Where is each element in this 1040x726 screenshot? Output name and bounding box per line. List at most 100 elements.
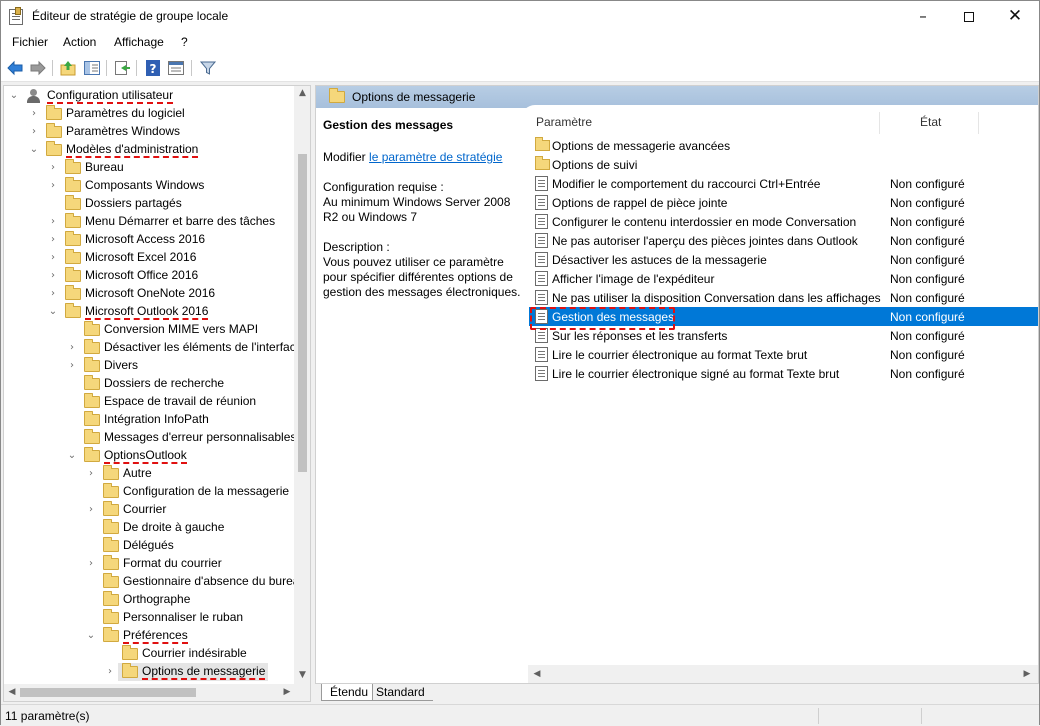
chevron-right-icon[interactable]: › (47, 270, 59, 282)
menu-help[interactable]: ? (181, 35, 188, 49)
column-header-setting[interactable]: Paramètre (536, 115, 592, 129)
show-hide-tree-icon[interactable] (83, 59, 101, 77)
chevron-right-icon[interactable]: › (28, 126, 40, 138)
tree-item[interactable]: › Paramètres Windows (4, 123, 294, 141)
tree-item-selected[interactable]: Options de messagerie (118, 663, 268, 681)
tree-item[interactable]: › Autre (4, 465, 294, 483)
properties-icon[interactable] (167, 59, 185, 77)
scroll-right-arrow-icon[interactable]: ▶ (282, 687, 292, 697)
tree-item[interactable]: › Courrier (4, 501, 294, 519)
folder-icon (103, 591, 119, 606)
list-item[interactable]: Configurer le contenu interdossier en mo… (529, 212, 1038, 231)
back-arrow-icon[interactable] (6, 59, 24, 77)
edit-policy-link[interactable]: le paramètre de stratégie (369, 150, 502, 164)
tree-item[interactable]: Dossiers de recherche (4, 375, 294, 393)
column-header-state[interactable]: État (920, 115, 941, 129)
menu-fichier[interactable]: Fichier (12, 35, 48, 49)
column-divider[interactable] (978, 112, 979, 134)
list-item[interactable]: Ne pas utiliser la disposition Conversat… (529, 288, 1038, 307)
chevron-right-icon[interactable]: › (47, 288, 59, 300)
tree-item[interactable]: Conversion MIME vers MAPI (4, 321, 294, 339)
chevron-down-icon[interactable]: ⌄ (85, 630, 97, 642)
scroll-left-arrow-icon[interactable]: ◀ (7, 687, 17, 697)
list-item[interactable]: Ne pas autoriser l'aperçu des pièces joi… (529, 231, 1038, 250)
tree-item[interactable]: › Microsoft OneNote 2016 (4, 285, 294, 303)
help-icon[interactable]: ? (144, 59, 162, 77)
column-divider[interactable] (879, 112, 880, 134)
chevron-right-icon[interactable]: › (47, 180, 59, 192)
list-item[interactable]: Lire le courrier électronique au format … (529, 345, 1038, 364)
chevron-right-icon[interactable]: › (66, 342, 78, 354)
menu-affichage[interactable]: Affichage (114, 35, 164, 49)
tree-item[interactable]: Intégration InfoPath (4, 411, 294, 429)
tree-item[interactable]: Orthographe (4, 591, 294, 609)
scroll-thumb[interactable] (298, 154, 307, 472)
chevron-right-icon[interactable]: › (85, 468, 97, 480)
list-item[interactable]: Options de messagerie avancées (529, 136, 1038, 155)
tree-item[interactable]: › Divers (4, 357, 294, 375)
chevron-down-icon[interactable]: ⌄ (47, 306, 59, 318)
tree-horizontal-scrollbar[interactable]: ◀ ▶ (4, 684, 310, 701)
chevron-right-icon[interactable]: › (47, 216, 59, 228)
close-button[interactable]: ✕ (992, 1, 1038, 32)
scroll-right-arrow-icon[interactable]: ▶ (1022, 669, 1032, 679)
list-horizontal-scrollbar[interactable]: ◀ ▶ (528, 665, 1038, 683)
tree-root[interactable]: ⌄ Configuration utilisateur (4, 87, 294, 105)
chevron-right-icon[interactable]: › (85, 504, 97, 516)
list-item[interactable]: Options de rappel de pièce jointe Non co… (529, 193, 1038, 212)
tree-item[interactable]: › Format du courrier (4, 555, 294, 573)
tree-item[interactable]: Délégués (4, 537, 294, 555)
chevron-down-icon[interactable]: ⌄ (8, 90, 20, 102)
tree-item[interactable]: ⌄ Modèles d'administration (4, 141, 294, 159)
chevron-right-icon[interactable]: › (47, 234, 59, 246)
menu-action[interactable]: Action (63, 35, 96, 49)
tree-label: Conversion MIME vers MAPI (104, 322, 259, 336)
chevron-right-icon[interactable]: › (104, 666, 116, 678)
forward-arrow-icon[interactable] (29, 59, 47, 77)
filter-icon[interactable] (199, 59, 217, 77)
tree-item[interactable]: › Microsoft Office 2016 (4, 267, 294, 285)
list-item[interactable]: Désactiver les astuces de la messagerie … (529, 250, 1038, 269)
chevron-down-icon[interactable]: ⌄ (66, 450, 78, 462)
tree-item[interactable]: Personnaliser le ruban (4, 609, 294, 627)
up-folder-icon[interactable] (59, 59, 77, 77)
tree-item[interactable]: Espace de travail de réunion (4, 393, 294, 411)
tree-item[interactable]: ⌄ OptionsOutlook (4, 447, 294, 465)
list-item[interactable]: Options de suivi (529, 155, 1038, 174)
tree-vertical-scrollbar[interactable]: ▲ ▼ (294, 86, 310, 684)
maximize-button[interactable] (946, 1, 992, 32)
scroll-left-arrow-icon[interactable]: ◀ (532, 669, 542, 679)
tree-item[interactable]: › Paramètres du logiciel (4, 105, 294, 123)
tree-item[interactable]: › Microsoft Access 2016 (4, 231, 294, 249)
tree-item[interactable]: › Bureau (4, 159, 294, 177)
export-list-icon[interactable] (113, 59, 131, 77)
minimize-button[interactable]: – (900, 1, 946, 32)
chevron-right-icon[interactable]: › (47, 252, 59, 264)
tree-item[interactable]: Messages d'erreur personnalisables (4, 429, 296, 447)
scroll-up-arrow-icon[interactable]: ▲ (294, 88, 310, 98)
tree-item[interactable]: Dossiers partagés (4, 195, 294, 213)
tree-item[interactable]: › Menu Démarrer et barre des tâches (4, 213, 294, 231)
tree-item[interactable]: ⌄ Préférences (4, 627, 294, 645)
tree-item[interactable]: › Microsoft Excel 2016 (4, 249, 294, 267)
scroll-thumb[interactable] (20, 688, 196, 697)
chevron-right-icon[interactable]: › (85, 558, 97, 570)
list-item[interactable]: Lire le courrier électronique signé au f… (529, 364, 1038, 383)
scroll-down-arrow-icon[interactable]: ▼ (294, 670, 310, 680)
list-item[interactable]: Afficher l'image de l'expéditeur Non con… (529, 269, 1038, 288)
policy-setting-icon (535, 176, 548, 191)
tree-item[interactable]: ⌄ Microsoft Outlook 2016 (4, 303, 294, 321)
tree-item[interactable]: De droite à gauche (4, 519, 294, 537)
tree-item[interactable]: Configuration de la messagerie (4, 483, 294, 501)
chevron-right-icon[interactable]: › (66, 360, 78, 372)
chevron-right-icon[interactable]: › (28, 108, 40, 120)
chevron-down-icon[interactable]: ⌄ (28, 144, 40, 156)
list-item[interactable]: Modifier le comportement du raccourci Ct… (529, 174, 1038, 193)
tree-item[interactable]: Gestionnaire d'absence du bureau (4, 573, 294, 591)
tree-item[interactable]: › Désactiver les éléments de l'interface (4, 339, 294, 357)
tree-item[interactable]: Courrier indésirable (4, 645, 294, 663)
tree-item[interactable]: › Composants Windows (4, 177, 294, 195)
tab-standard[interactable]: Standard (373, 684, 433, 701)
tab-etendu[interactable]: Étendu (321, 684, 373, 701)
chevron-right-icon[interactable]: › (47, 162, 59, 174)
